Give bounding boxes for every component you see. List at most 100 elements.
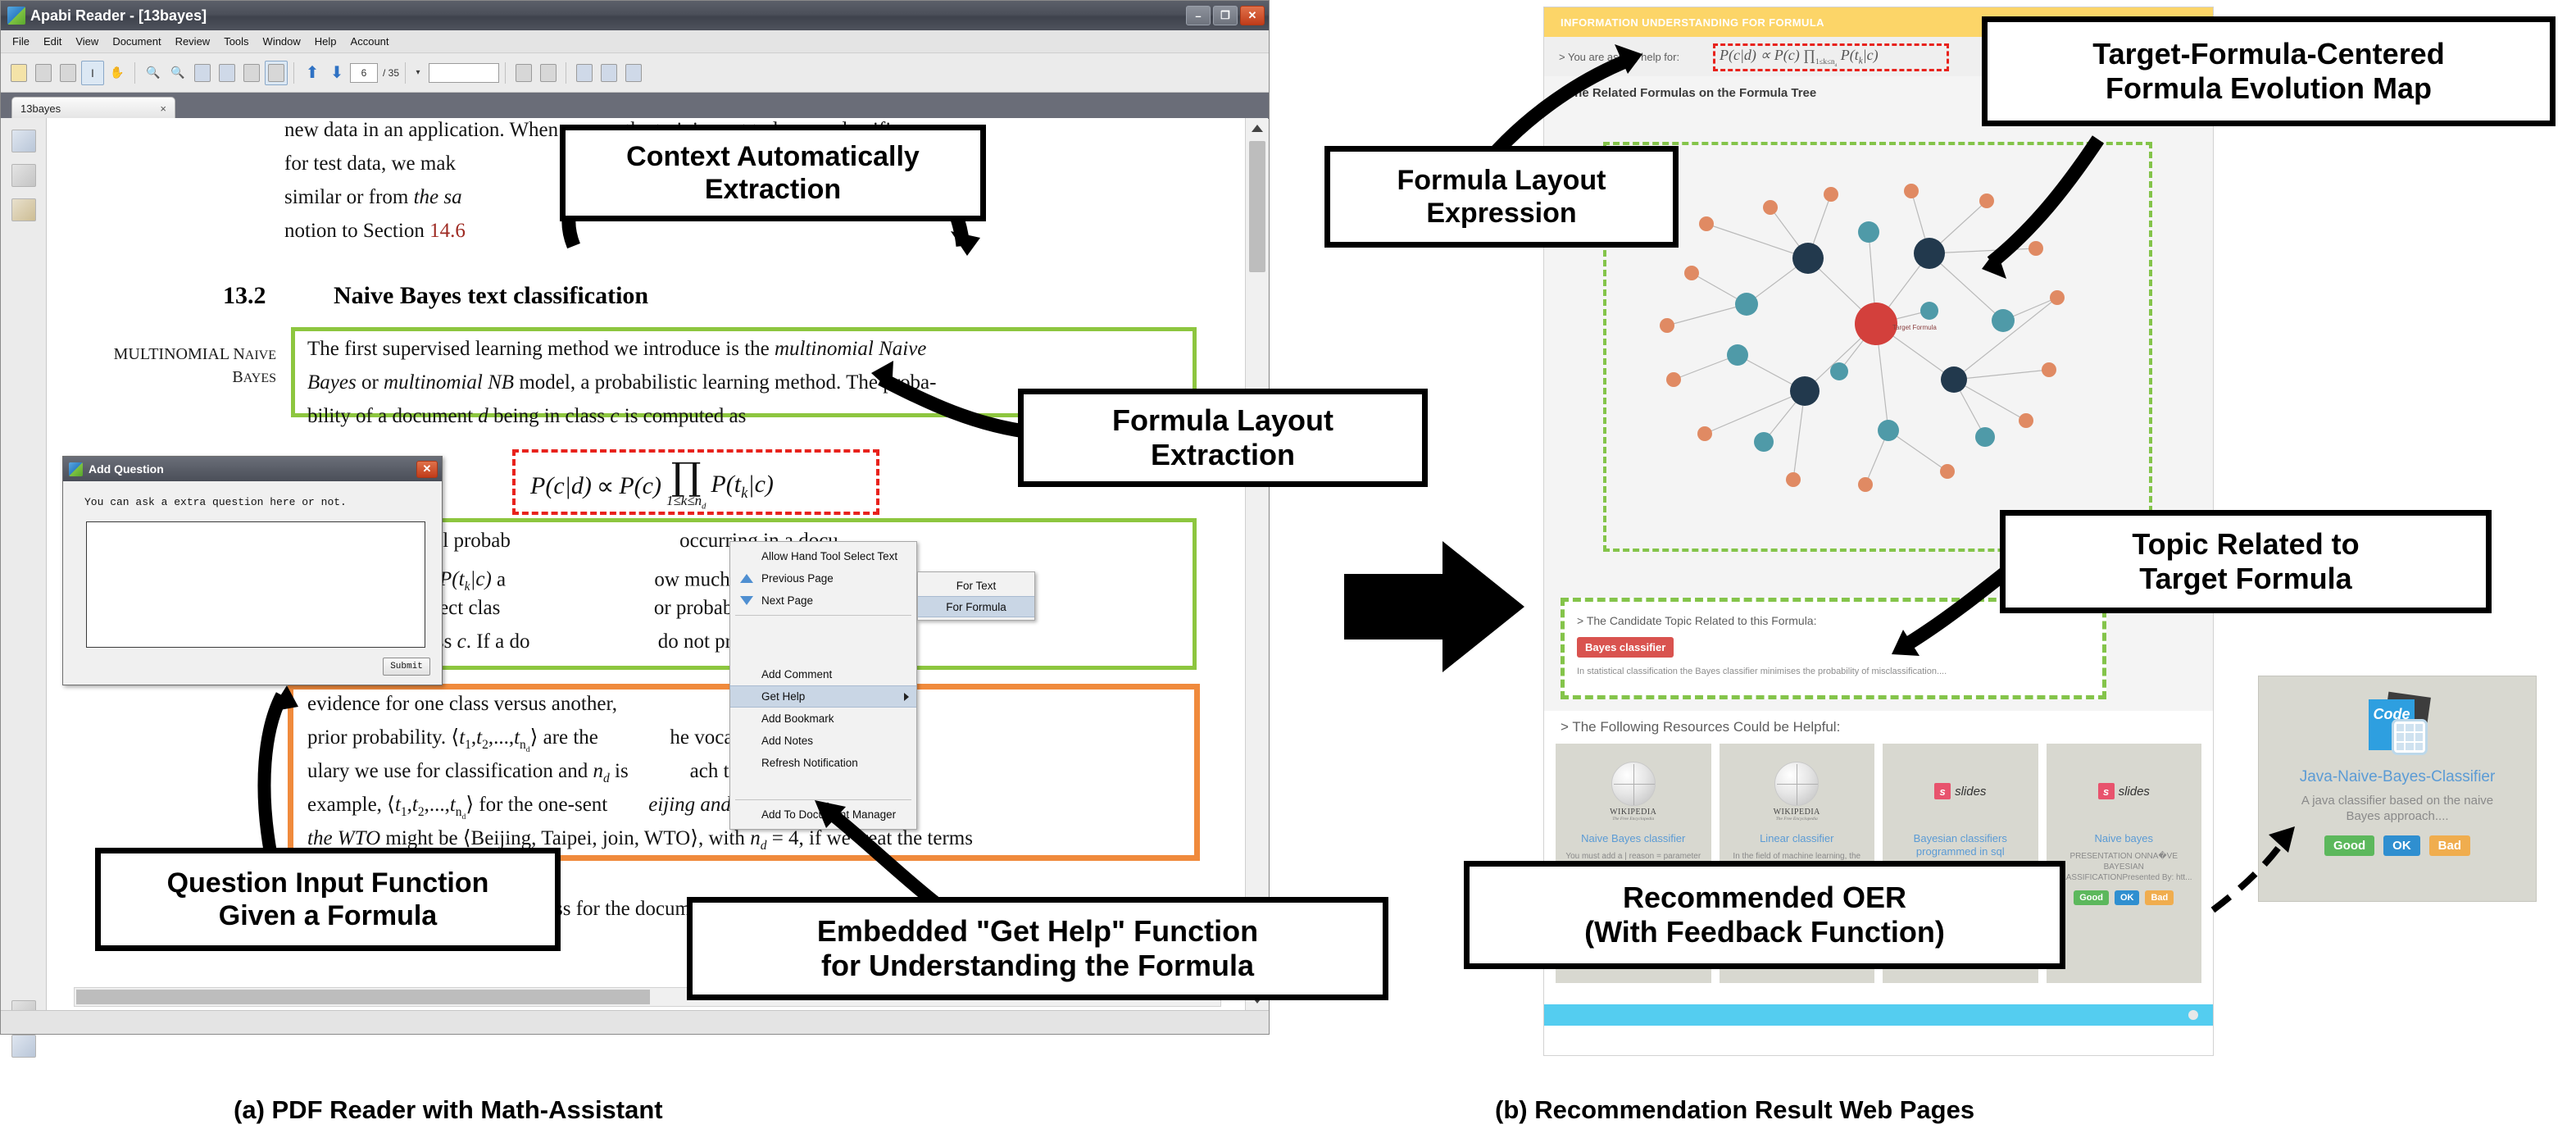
document-manager-icon[interactable]	[622, 61, 645, 85]
submenu-item-for-formula[interactable]: For Formula	[918, 596, 1034, 617]
zoom-out-icon[interactable]: 🔍	[166, 61, 189, 85]
resource-title[interactable]: Bayesian classifiers programmed in sql	[1891, 832, 2030, 858]
single-page-icon[interactable]	[240, 61, 263, 85]
close-icon[interactable]: ✕	[416, 460, 438, 478]
graph-node[interactable]	[1904, 184, 1919, 198]
graph-node[interactable]	[1914, 238, 1945, 269]
graph-node-target-formula[interactable]	[1855, 303, 1897, 345]
feedback-bad-button[interactable]: Bad	[2145, 890, 2174, 905]
thumbnails-panel-icon[interactable]	[11, 130, 36, 152]
graph-node[interactable]	[1878, 420, 1899, 441]
menu-edit[interactable]: Edit	[43, 35, 61, 48]
prev-view-icon[interactable]	[512, 61, 535, 85]
close-button[interactable]: ✕	[1240, 6, 1265, 25]
maximize-button[interactable]: ❐	[1213, 6, 1238, 25]
menu-item-hidden-2[interactable]	[730, 641, 916, 663]
hscrollbar-thumb[interactable]	[76, 990, 650, 1004]
graph-node[interactable]	[2029, 241, 2043, 256]
minimize-button[interactable]: –	[1186, 6, 1211, 25]
java-resource-popup-card[interactable]: Code Java-Naive-Bayes-Classifier A java …	[2258, 676, 2537, 902]
graph-node[interactable]	[1666, 372, 1681, 387]
graph-node[interactable]	[1975, 427, 1995, 447]
graph-node[interactable]	[1697, 426, 1712, 441]
document-vertical-scrollbar[interactable]	[1245, 118, 1268, 1010]
print-icon[interactable]	[57, 61, 80, 85]
next-page-icon[interactable]: ⬇	[325, 61, 348, 85]
doc-section-ref[interactable]: 14.6	[429, 220, 466, 242]
graph-node[interactable]	[2019, 413, 2033, 428]
menu-tools[interactable]: Tools	[224, 35, 248, 48]
graph-node[interactable]	[1727, 344, 1748, 366]
graph-node[interactable]	[1920, 302, 1938, 320]
menu-item-allow-hand-tool-select-text[interactable]: Allow Hand Tool Select Text	[730, 545, 916, 567]
feedback-good-button[interactable]: Good	[2324, 835, 2375, 856]
graph-node[interactable]	[1979, 193, 1994, 208]
feedback-bad-button[interactable]: Bad	[2428, 835, 2470, 856]
document-tab[interactable]: 13bayes ×	[11, 97, 175, 120]
next-view-icon[interactable]	[537, 61, 560, 85]
menu-item-add-to-document-manager[interactable]: Add To Document Manager	[730, 803, 916, 826]
graph-node[interactable]	[1992, 309, 2015, 332]
scroll-up-icon[interactable]	[1252, 125, 1263, 132]
java-card-title[interactable]: Java-Naive-Bayes-Classifier	[2300, 768, 2496, 786]
bookmarks-panel-icon[interactable]	[11, 164, 36, 187]
zoom-level-input[interactable]	[429, 62, 500, 83]
zoom-in-icon[interactable]: 🔍	[142, 61, 165, 85]
menu-item-add-bookmark[interactable]: Add Bookmark	[730, 708, 916, 730]
graph-node[interactable]	[1792, 243, 1824, 274]
scroll-top-icon[interactable]	[2188, 1010, 2198, 1020]
save-icon[interactable]	[32, 61, 55, 85]
menu-item-get-help[interactable]: Get Help	[730, 685, 916, 708]
resource-title[interactable]: Linear classifier	[1760, 832, 1833, 845]
graph-node[interactable]	[1699, 216, 1714, 231]
open-file-icon[interactable]	[7, 61, 30, 85]
graph-node[interactable]	[1735, 293, 1758, 316]
feedback-ok-button[interactable]: OK	[2383, 835, 2420, 856]
graph-node[interactable]	[1754, 432, 1774, 452]
zoom-dropdown-caret-icon[interactable]: ▾	[412, 61, 424, 85]
graph-node[interactable]	[1660, 318, 1674, 333]
resource-title[interactable]: Naive bayes	[2094, 832, 2153, 845]
select-text-tool-icon[interactable]: I	[81, 60, 104, 85]
question-textarea[interactable]	[86, 521, 425, 648]
continuous-page-icon[interactable]	[265, 60, 288, 85]
bookmark-panel-icon[interactable]	[573, 61, 596, 85]
graph-node[interactable]	[1684, 266, 1699, 280]
feedback-good-button[interactable]: Good	[2074, 890, 2109, 905]
graph-node[interactable]	[1824, 187, 1838, 202]
hand-tool-icon[interactable]: ✋	[106, 61, 129, 85]
feedback-ok-button[interactable]: OK	[2114, 890, 2140, 905]
menu-item-next-page[interactable]: Next Page	[730, 589, 916, 612]
menu-item-hidden-1[interactable]	[730, 619, 916, 641]
menu-item-add-comment[interactable]: Add Comment	[730, 663, 916, 685]
menu-window[interactable]: Window	[263, 35, 301, 48]
menu-item-refresh-notification[interactable]: Refresh Notification	[730, 752, 916, 774]
menu-account[interactable]: Account	[351, 35, 389, 48]
menu-view[interactable]: View	[75, 35, 98, 48]
graph-node[interactable]	[1941, 366, 1967, 393]
graph-node[interactable]	[1858, 477, 1873, 492]
notes-panel-icon[interactable]	[597, 61, 620, 85]
graph-node[interactable]	[1763, 200, 1778, 215]
annotations-panel-icon[interactable]	[11, 198, 36, 221]
layers-panel-icon[interactable]	[11, 1035, 36, 1058]
submit-button[interactable]: Submit	[383, 658, 430, 676]
target-formula[interactable]: P(c|d) ∝ P(c) ∏ 1≤k≤nd P(tk|c)	[530, 457, 774, 512]
menu-item-clear-notification[interactable]	[730, 774, 916, 796]
menu-document[interactable]: Document	[112, 35, 161, 48]
resource-title[interactable]: Naive Bayes classifier	[1581, 832, 1685, 845]
menu-review[interactable]: Review	[175, 35, 211, 48]
menu-item-add-notes[interactable]: Add Notes	[730, 730, 916, 752]
resource-card[interactable]: s slides Naive bayes PRESENTATION ONNA�V…	[2046, 744, 2201, 983]
graph-node[interactable]	[1858, 221, 1879, 243]
close-icon[interactable]: ×	[160, 102, 166, 115]
page-number-input[interactable]: 6	[350, 62, 378, 83]
previous-page-icon[interactable]: ⬆	[301, 61, 324, 85]
graph-node[interactable]	[1786, 472, 1801, 487]
graph-node[interactable]	[1790, 376, 1820, 406]
graph-node[interactable]	[1940, 464, 1955, 479]
menu-file[interactable]: File	[12, 35, 30, 48]
graph-node[interactable]	[2050, 290, 2065, 305]
fit-width-icon[interactable]	[191, 61, 214, 85]
graph-node[interactable]	[1830, 362, 1848, 380]
